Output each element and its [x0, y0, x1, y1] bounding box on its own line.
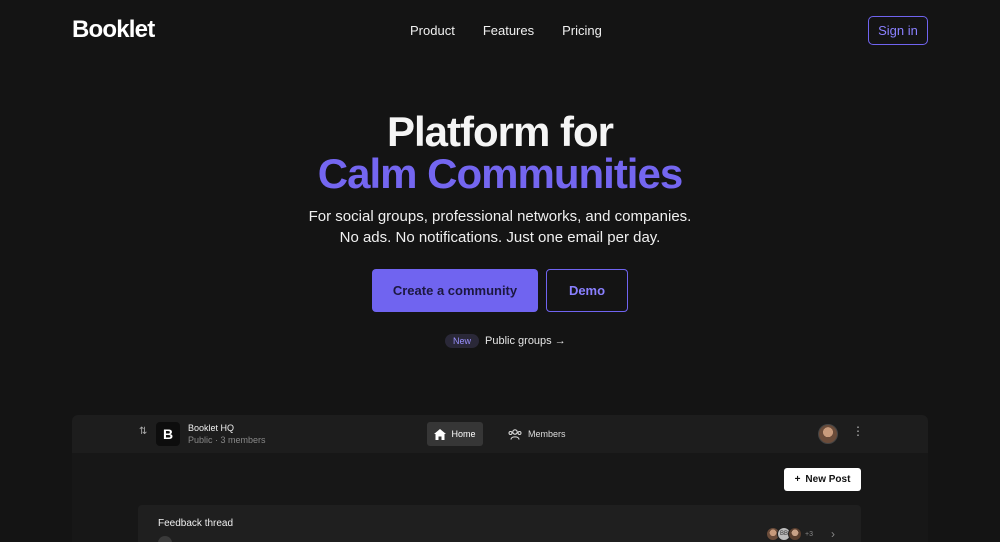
community-icon: B [156, 422, 180, 446]
top-nav: Booklet Product Features Pricing Sign in [0, 0, 1000, 62]
public-groups-announcement[interactable]: New Public groups → [445, 334, 566, 348]
nav-features-link[interactable]: Features [483, 23, 534, 38]
home-icon [434, 428, 447, 440]
hero-title: Platform for [386, 108, 614, 155]
participant-avatars: BB +3 [766, 527, 813, 541]
thread-author-avatar [158, 536, 172, 542]
new-post-label: New Post [805, 474, 851, 485]
nav-pricing-link[interactable]: Pricing [562, 23, 602, 38]
community-meta: Public · 3 members [188, 435, 266, 445]
participant-avatar [788, 527, 802, 541]
nav-product-link[interactable]: Product [410, 23, 455, 38]
new-badge: New [445, 334, 480, 348]
new-post-button[interactable]: + New Post [784, 468, 861, 491]
tab-members-label: Members [528, 429, 566, 439]
create-community-button[interactable]: Create a community [372, 269, 538, 312]
switch-community-icon[interactable]: ⇅ [139, 427, 147, 437]
thread-title: Feedback thread [158, 518, 234, 529]
preview-header: ⇅ B Booklet HQ Public · 3 members Home M… [72, 415, 928, 453]
demo-button[interactable]: Demo [546, 269, 628, 312]
public-groups-link[interactable]: Public groups → [485, 335, 566, 347]
plus-icon: + [794, 474, 801, 485]
user-avatar[interactable] [818, 424, 838, 444]
more-options-icon[interactable]: ⋮ [852, 425, 864, 437]
nav-links: Product Features Pricing [410, 23, 602, 38]
tab-home-label: Home [451, 429, 476, 439]
sign-in-button[interactable]: Sign in [868, 16, 928, 45]
hero-subtitle: For social groups, professional networks… [308, 208, 692, 225]
hero-title-accent: Calm Communities [317, 150, 683, 197]
community-name: Booklet HQ [188, 423, 235, 433]
thread-card[interactable]: Feedback thread BB +3 › [138, 505, 861, 542]
members-icon [508, 428, 522, 440]
tab-home[interactable]: Home [427, 422, 483, 446]
brand-logo[interactable]: Booklet [72, 16, 155, 44]
hero-subtitle-2: No ads. No notifications. Just one email… [339, 229, 661, 246]
chevron-right-icon[interactable]: › [831, 527, 835, 541]
more-participants-count: +3 [805, 530, 813, 538]
app-preview: ⇅ B Booklet HQ Public · 3 members Home M… [72, 415, 928, 542]
tab-members[interactable]: Members [508, 422, 566, 446]
